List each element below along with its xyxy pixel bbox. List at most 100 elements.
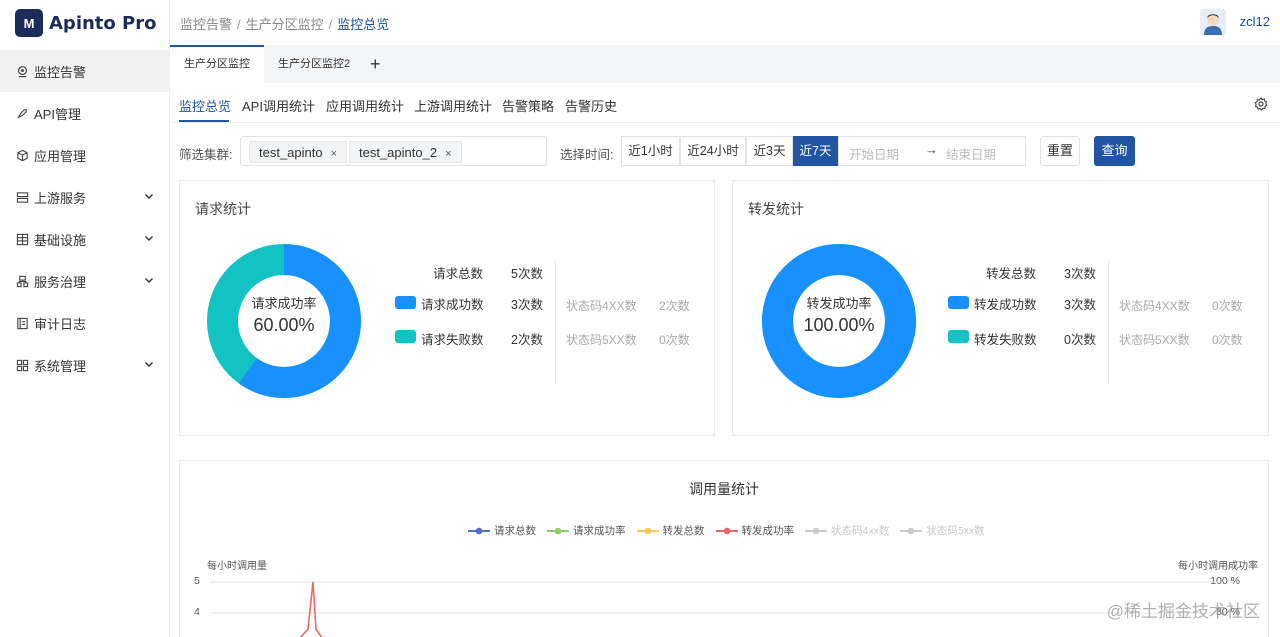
sidebar-item-label: 应用管理: [34, 148, 87, 164]
code5xx-value: 0次数: [1212, 333, 1243, 347]
fail-label: 转发失败数: [974, 333, 1037, 347]
time-filter-label: 选择时间:: [560, 148, 614, 162]
donut-label: 请求成功率: [251, 296, 317, 311]
call-volume-chart-card: 调用量统计 请求总数 请求成功率 转发总数 转发成功率 状态码4xx数 状态码5xx数 每…: [179, 460, 1269, 637]
tab-label: 生产分区监控: [184, 58, 250, 70]
logo[interactable]: M Apinto Pro: [0, 0, 169, 46]
success-label: 转发成功数: [974, 298, 1037, 312]
donut-value: 100.00%: [803, 315, 875, 335]
sidebar-item-label: 上游服务: [34, 190, 87, 206]
active-tab-indicator: [179, 120, 229, 122]
success-legend-swatch[interactable]: [948, 296, 969, 309]
app-name: Apinto Pro: [49, 12, 157, 34]
tab-label: 生产分区监控2: [278, 58, 351, 70]
chevron-down-icon[interactable]: [143, 232, 155, 244]
subnav-upstream-stats[interactable]: 上游调用统计: [414, 96, 492, 115]
total-value: 5次数: [511, 267, 543, 281]
code5xx-label: 状态码5XX数: [1119, 333, 1190, 347]
forward-stats-card: 转发统计 转发成功率 100.00% 转发总数 3次数 转发成功数 3次数 转发…: [732, 180, 1269, 436]
breadcrumb-item[interactable]: 监控告警: [180, 17, 232, 32]
chevron-down-icon[interactable]: [143, 358, 155, 370]
subnav-alert-policy[interactable]: 告警策略: [502, 96, 554, 115]
username[interactable]: zcl12: [1240, 14, 1270, 29]
sub-navigation: 监控总览 API调用统计 应用调用统计 上游调用统计 告警策略 告警历史: [170, 83, 1280, 123]
grid-icon: [16, 359, 29, 371]
sidebar-item-label: 审计日志: [34, 316, 87, 332]
gear-icon[interactable]: [1254, 97, 1268, 111]
success-label: 请求成功数: [421, 298, 484, 312]
database-icon: [16, 233, 29, 245]
code4xx-value: 0次数: [1212, 299, 1243, 313]
sidebar-item-governance[interactable]: 服务治理: [0, 260, 169, 302]
series-line-forward-success-rate: [299, 581, 323, 637]
subnav-api-stats[interactable]: API调用统计: [242, 96, 315, 115]
divider: [555, 261, 556, 383]
reset-button[interactable]: 重置: [1040, 136, 1080, 166]
start-date-input[interactable]: 开始日期: [849, 144, 899, 163]
location-pin-icon: [17, 65, 28, 77]
time-24h-button[interactable]: 近24小时: [680, 136, 746, 166]
cluster-icon: [16, 275, 29, 287]
total-label: 请求总数: [433, 267, 484, 281]
donut-label: 转发成功率: [806, 296, 872, 311]
code4xx-label: 状态码4XX数: [1119, 299, 1190, 313]
cluster-filter-label: 筛选集群:: [179, 148, 233, 162]
breadcrumb-current: 监控总览: [337, 17, 390, 32]
sidebar-item-system[interactable]: 系统管理: [0, 344, 169, 386]
time-3d-button[interactable]: 近3天: [746, 136, 793, 166]
fail-label: 请求失败数: [421, 333, 484, 347]
sidebar-item-infrastructure[interactable]: 基础设施: [0, 218, 169, 260]
close-icon[interactable]: ×: [445, 148, 451, 160]
server-icon: [16, 191, 29, 203]
success-legend-swatch[interactable]: [395, 296, 416, 309]
request-donut: 请求成功率 60.00%: [206, 243, 362, 399]
sidebar-item-label: 服务治理: [34, 274, 87, 290]
add-tab-button[interactable]: +: [370, 54, 381, 75]
chip-label: test_apinto_2: [359, 145, 438, 160]
cluster-chip: test_apinto ×: [249, 141, 348, 163]
breadcrumb-separator: /: [237, 17, 241, 32]
breadcrumb-item[interactable]: 生产分区监控: [246, 17, 324, 32]
code4xx-value: 2次数: [659, 299, 690, 313]
subnav-overview[interactable]: 监控总览: [179, 96, 231, 115]
card-title: 转发统计: [748, 201, 804, 217]
sidebar-item-label: 系统管理: [34, 358, 87, 374]
cube-icon: [17, 149, 28, 161]
page-tabs: 生产分区监控 生产分区监控2 +: [170, 45, 1280, 83]
code4xx-label: 状态码4XX数: [566, 299, 637, 313]
watermark: @稀土掘金技术社区: [1106, 602, 1260, 621]
chevron-down-icon[interactable]: [143, 274, 155, 286]
log-icon: [17, 317, 28, 329]
tab-production-monitor-2[interactable]: 生产分区监控2: [264, 45, 364, 83]
end-date-input[interactable]: 结束日期: [946, 144, 996, 163]
subnav-app-stats[interactable]: 应用调用统计: [326, 96, 404, 115]
close-icon[interactable]: ×: [331, 148, 337, 160]
chip-label: test_apinto: [259, 145, 323, 160]
query-button[interactable]: 查询: [1094, 136, 1135, 166]
sidebar-item-audit-log[interactable]: 审计日志: [0, 302, 169, 344]
avatar[interactable]: [1200, 9, 1226, 35]
total-label: 转发总数: [986, 267, 1037, 281]
filter-bar: 筛选集群: test_apinto × test_apinto_2 × 选择时间: …: [170, 133, 1280, 169]
date-range-picker[interactable]: 开始日期 → 结束日期: [838, 136, 1026, 166]
success-value: 3次数: [1064, 298, 1096, 312]
cluster-select[interactable]: test_apinto × test_apinto_2 ×: [240, 136, 547, 166]
tab-production-monitor[interactable]: 生产分区监控: [170, 45, 264, 83]
sidebar-item-upstream[interactable]: 上游服务: [0, 176, 169, 218]
user-avatar-icon: [1200, 9, 1226, 35]
chevron-down-icon[interactable]: [143, 190, 155, 202]
time-7d-button[interactable]: 近7天: [793, 136, 838, 166]
breadcrumb: 监控告警 / 生产分区监控 / 监控总览: [180, 14, 389, 33]
request-stats-card: 请求统计 请求成功率 60.00% 请求总数 5次数 请求成功数 3次数 请求失…: [179, 180, 715, 436]
total-value: 3次数: [1064, 267, 1096, 281]
sidebar-item-api[interactable]: API管理: [0, 92, 169, 134]
card-title: 请求统计: [195, 201, 251, 217]
fail-legend-swatch[interactable]: [395, 330, 416, 343]
sidebar-item-monitoring[interactable]: 监控告警: [0, 50, 169, 92]
sidebar-item-label: 监控告警: [34, 64, 87, 80]
subnav-alert-history[interactable]: 告警历史: [565, 96, 617, 115]
fail-legend-swatch[interactable]: [948, 330, 969, 343]
sidebar-item-apps[interactable]: 应用管理: [0, 134, 169, 176]
time-1h-button[interactable]: 近1小时: [621, 136, 680, 166]
sidebar-menu: 监控告警 API管理 应用管理 上游服务 基础设施 服务治理 审计日志 系统管理: [0, 50, 169, 386]
